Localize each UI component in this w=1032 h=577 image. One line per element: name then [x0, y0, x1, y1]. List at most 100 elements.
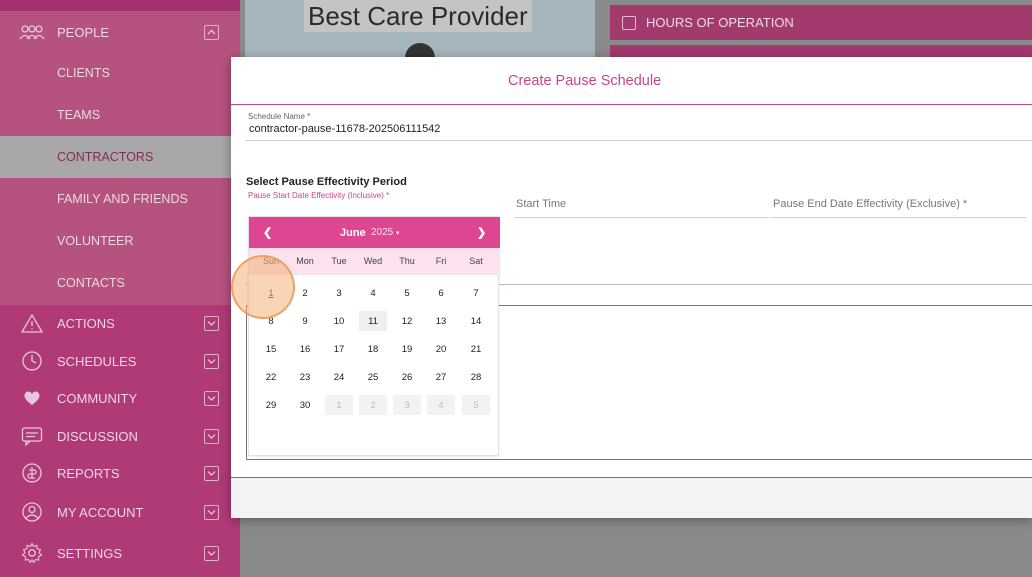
chevron-down-icon[interactable] — [204, 353, 219, 369]
prev-month-button[interactable]: ❮ — [263, 226, 272, 239]
sidebar-item-label: DISCUSSION — [57, 428, 138, 444]
schedule-name-underline — [246, 140, 1032, 141]
sidebar-item-volunteer[interactable]: VOLUNTEER — [0, 220, 240, 262]
period-title: Select Pause Effectivity Period — [246, 176, 407, 188]
weekday-label: Thu — [399, 256, 415, 266]
calendar-day[interactable]: 28 — [462, 367, 490, 387]
sidebar-item-label: ACTIONS — [57, 315, 115, 331]
calendar-day[interactable]: 24 — [325, 367, 353, 387]
hours-label: HOURS OF OPERATION — [646, 15, 794, 30]
sidebar-top-strip — [0, 0, 240, 11]
month-label: June — [340, 226, 366, 239]
sidebar-item-community[interactable]: COMMUNITY — [0, 386, 240, 410]
sidebar-item-actions[interactable]: ACTIONS — [0, 311, 240, 335]
sidebar-item-contractors[interactable]: CONTRACTORS — [0, 136, 240, 178]
schedule-name-input[interactable]: contractor-pause-11678-202506111542 — [249, 123, 440, 135]
sidebar-item-my-account[interactable]: MY ACCOUNT — [0, 500, 240, 524]
schedule-name-label: Schedule Name * — [248, 112, 311, 121]
weekday-label: Fri — [435, 256, 447, 266]
calendar-day[interactable]: 15 — [257, 339, 285, 359]
calendar-day[interactable]: 2 — [291, 283, 319, 303]
year-select[interactable]: 2025 ▾ — [371, 227, 400, 238]
sidebar-item-label: REPORTS — [57, 465, 120, 481]
calendar-day[interactable]: 9 — [291, 311, 319, 331]
sidebar-item-contacts[interactable]: CONTACTS — [0, 262, 240, 304]
chevron-down-icon[interactable] — [204, 315, 219, 331]
sidebar-item-settings[interactable]: SETTINGS — [0, 541, 240, 565]
calendar-day[interactable]: 3 — [325, 283, 353, 303]
date-picker-header: ❮ June 2025 ▾ ❯ — [249, 217, 500, 248]
sidebar-item-reports[interactable]: REPORTS — [0, 461, 240, 485]
start-date-label: Pause Start Date Effectivity (Inclusive)… — [248, 191, 390, 200]
next-month-button[interactable]: ❯ — [477, 226, 486, 239]
calendar-day[interactable]: 18 — [359, 339, 387, 359]
sidebar-item-label: MY ACCOUNT — [57, 504, 144, 520]
weekday-label: Sat — [469, 256, 483, 266]
sidebar-item-label: VOLUNTEER — [57, 234, 134, 248]
calendar-day[interactable]: 26 — [393, 367, 421, 387]
click-indicator — [231, 255, 295, 319]
user-icon — [19, 500, 45, 524]
sidebar-item-label: CONTACTS — [57, 276, 125, 290]
calendar-day[interactable]: 25 — [359, 367, 387, 387]
end-date-field[interactable]: Pause End Date Effectivity (Exclusive) * — [773, 198, 967, 210]
calendar-day[interactable]: 21 — [462, 339, 490, 359]
modal-footer — [231, 478, 1032, 518]
calendar-day[interactable]: 10 — [325, 311, 353, 331]
calendar-day[interactable]: 17 — [325, 339, 353, 359]
sidebar-item-label: CONTRACTORS — [57, 150, 154, 164]
calendar-day-disabled: 1 — [325, 395, 353, 415]
chevron-down-icon[interactable] — [204, 504, 219, 520]
sidebar-item-label: COMMUNITY — [57, 390, 138, 406]
provider-title: Best Care Provider — [304, 0, 532, 32]
calendar-day-disabled: 3 — [393, 395, 421, 415]
start-time-field[interactable]: Start Time — [516, 198, 566, 210]
report-icon — [19, 461, 45, 485]
sidebar-item-people[interactable]: PEOPLE — [0, 20, 240, 44]
calendar-day[interactable]: 12 — [393, 311, 421, 331]
gear-icon — [19, 541, 45, 565]
sidebar-item-family-and-friends[interactable]: FAMILY AND FRIENDS — [0, 178, 240, 220]
calendar-day[interactable]: 23 — [291, 367, 319, 387]
calendar-day[interactable]: 5 — [393, 283, 421, 303]
modal-title: Create Pause Schedule — [231, 57, 1032, 105]
weekday-label: Tue — [331, 256, 347, 266]
calendar-day[interactable]: 27 — [427, 367, 455, 387]
calendar-day[interactable]: 14 — [462, 311, 490, 331]
sidebar: PEOPLE CLIENTS TEAMS CONTRACTORS FAMILY … — [0, 0, 240, 577]
calendar-day[interactable]: 13 — [427, 311, 455, 331]
sidebar-item-label: CLIENTS — [57, 66, 110, 80]
chat-icon — [19, 424, 45, 448]
weekday-label: Wed — [363, 256, 383, 266]
calendar-day[interactable]: 7 — [462, 283, 490, 303]
calendar-day[interactable]: 16 — [291, 339, 319, 359]
sidebar-item-teams[interactable]: TEAMS — [0, 94, 240, 136]
calendar-day[interactable]: 11 — [359, 311, 387, 331]
year-label: 2025 — [371, 227, 394, 238]
chevron-down-icon[interactable] — [204, 390, 219, 406]
sidebar-item-label: FAMILY AND FRIENDS — [57, 192, 188, 206]
chevron-down-icon[interactable] — [204, 428, 219, 444]
chevron-down-icon[interactable] — [204, 465, 219, 481]
clock-icon — [19, 349, 45, 373]
calendar-day[interactable]: 22 — [257, 367, 285, 387]
calendar-day[interactable]: 29 — [257, 395, 285, 415]
calendar-day[interactable]: 4 — [359, 283, 387, 303]
calendar-day[interactable]: 19 — [393, 339, 421, 359]
sidebar-item-label: TEAMS — [57, 108, 101, 122]
calendar-day-disabled: 4 — [427, 395, 455, 415]
weekday-label: Mon — [296, 256, 314, 266]
calendar-day[interactable]: 30 — [291, 395, 319, 415]
hours-of-operation-header[interactable]: HOURS OF OPERATION — [610, 5, 1032, 40]
chevron-down-icon[interactable] — [204, 545, 219, 561]
sidebar-item-schedules[interactable]: SCHEDULES — [0, 349, 240, 373]
sidebar-item-discussion[interactable]: DISCUSSION — [0, 424, 240, 448]
calendar-day[interactable]: 20 — [427, 339, 455, 359]
checkbox-icon — [622, 15, 636, 30]
start-time-underline — [514, 217, 769, 218]
chevron-up-icon[interactable] — [204, 24, 219, 40]
sidebar-item-clients[interactable]: CLIENTS — [0, 52, 240, 94]
calendar-day-disabled: 5 — [462, 395, 490, 415]
calendar-day[interactable]: 6 — [427, 283, 455, 303]
end-date-underline — [771, 217, 1026, 218]
